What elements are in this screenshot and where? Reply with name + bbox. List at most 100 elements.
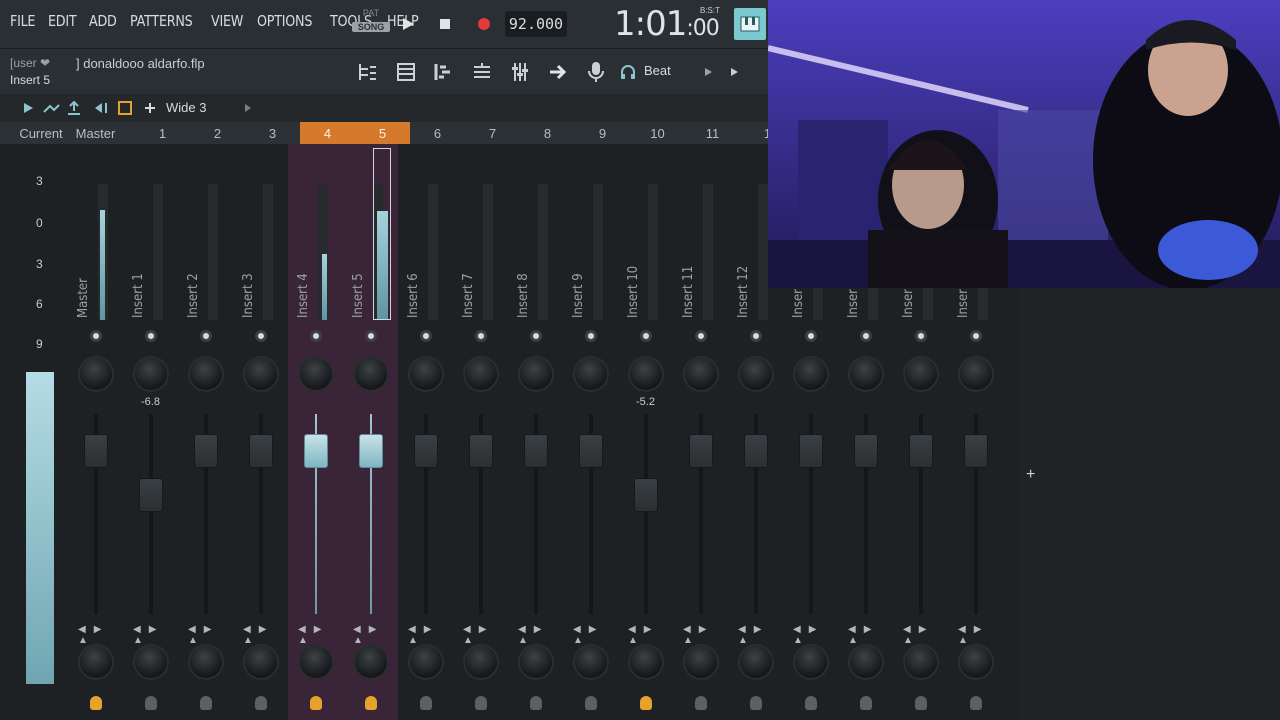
fx-enable-switch[interactable] — [695, 330, 707, 342]
stereo-swap-icon[interactable]: ◀▶ ▲ — [353, 624, 398, 646]
route-indicator-icon[interactable] — [530, 696, 542, 710]
pan-knob[interactable] — [355, 358, 387, 390]
recording-button[interactable] — [582, 58, 610, 86]
pan-knob[interactable] — [740, 358, 772, 390]
stereo-separation-knob[interactable] — [355, 646, 387, 678]
arrow-split-icon[interactable] — [42, 100, 60, 116]
fx-enable-switch[interactable] — [310, 330, 322, 342]
track-number[interactable]: 2 — [190, 122, 245, 144]
track-number[interactable]: 3 — [245, 122, 300, 144]
pan-knob[interactable] — [905, 358, 937, 390]
stereo-swap-icon[interactable]: ◀▶ ▲ — [188, 624, 233, 646]
piano-keyboard-button[interactable] — [734, 8, 766, 40]
stereo-separation-knob[interactable] — [685, 646, 717, 678]
route-indicator-icon[interactable] — [255, 696, 267, 710]
mixer-button[interactable] — [506, 58, 534, 86]
stereo-separation-knob[interactable] — [905, 646, 937, 678]
track-number[interactable]: 5 — [355, 122, 410, 144]
stereo-swap-icon[interactable]: ◀▶ ▲ — [408, 624, 453, 646]
volume-fader[interactable] — [414, 434, 438, 468]
stereo-swap-icon[interactable]: ◀▶ ▲ — [848, 624, 893, 646]
pan-knob[interactable] — [300, 358, 332, 390]
route-indicator-icon[interactable] — [420, 696, 432, 710]
stereo-separation-knob[interactable] — [850, 646, 882, 678]
stereo-separation-knob[interactable] — [245, 646, 277, 678]
fx-enable-switch[interactable] — [255, 330, 267, 342]
menu-patterns[interactable]: PATTERNS — [130, 12, 193, 30]
volume-fader[interactable] — [304, 434, 328, 468]
pan-knob[interactable] — [795, 358, 827, 390]
mixer-strip[interactable]: Insert 7 ◀▶ ▲ — [453, 144, 508, 720]
stereo-separation-knob[interactable] — [575, 646, 607, 678]
volume-fader[interactable] — [84, 434, 108, 468]
track-number[interactable]: 6 — [410, 122, 465, 144]
forward-button[interactable] — [544, 58, 572, 86]
route-indicator-icon[interactable] — [640, 696, 652, 710]
master-label[interactable]: Master — [68, 122, 123, 144]
mixer-strip[interactable]: Insert 6 ◀▶ ▲ — [398, 144, 453, 720]
volume-fader[interactable] — [139, 478, 163, 512]
output-selector-arrow[interactable] — [694, 58, 722, 86]
route-indicator-icon[interactable] — [90, 696, 102, 710]
mixer-layout-preset[interactable]: Wide 3 — [166, 100, 206, 115]
volume-fader[interactable] — [689, 434, 713, 468]
volume-fader[interactable] — [194, 434, 218, 468]
play-small-icon[interactable] — [22, 102, 34, 114]
fx-enable-switch[interactable] — [915, 330, 927, 342]
track-number[interactable]: 8 — [520, 122, 575, 144]
mixer-strip[interactable]: Insert 2 ◀▶ ▲ — [178, 144, 233, 720]
track-number[interactable]: 7 — [465, 122, 520, 144]
menu-options[interactable]: OPTIONS — [257, 12, 312, 30]
stereo-swap-icon[interactable]: ◀▶ ▲ — [243, 624, 288, 646]
stereo-swap-icon[interactable]: ◀▶ ▲ — [78, 624, 123, 646]
stereo-separation-knob[interactable] — [300, 646, 332, 678]
volume-fader[interactable] — [744, 434, 768, 468]
plus-icon[interactable] — [144, 102, 156, 114]
upload-icon[interactable] — [66, 100, 82, 116]
record-button[interactable] — [472, 12, 496, 36]
route-indicator-icon[interactable] — [365, 696, 377, 710]
stereo-swap-icon[interactable]: ◀▶ ▲ — [133, 624, 178, 646]
mixer-strip[interactable]: Insert 4 ◀▶ ▲ — [288, 144, 343, 720]
stereo-separation-knob[interactable] — [80, 646, 112, 678]
menu-add[interactable]: ADD — [89, 12, 117, 30]
mixer-strip[interactable]: Insert 9 ◀▶ ▲ — [563, 144, 618, 720]
menu-view[interactable]: VIEW — [211, 12, 243, 30]
pat-song-toggle[interactable]: PAT SONG — [352, 8, 390, 40]
pan-knob[interactable] — [80, 358, 112, 390]
fx-enable-switch[interactable] — [145, 330, 157, 342]
track-number[interactable]: 10 — [630, 122, 685, 144]
stereo-swap-icon[interactable]: ◀▶ ▲ — [463, 624, 508, 646]
track-number[interactable]: 1 — [135, 122, 190, 144]
menu-file[interactable]: FILE — [10, 12, 35, 30]
volume-fader[interactable] — [359, 434, 383, 468]
route-indicator-icon[interactable] — [200, 696, 212, 710]
fx-enable-switch[interactable] — [860, 330, 872, 342]
stereo-swap-icon[interactable]: ◀▶ ▲ — [793, 624, 838, 646]
track-number[interactable]: 4 — [300, 122, 355, 144]
pan-knob[interactable] — [190, 358, 222, 390]
fx-enable-switch[interactable] — [640, 330, 652, 342]
output-selector-label[interactable]: Beat — [644, 63, 671, 78]
stereo-separation-knob[interactable] — [190, 646, 222, 678]
fx-enable-switch[interactable] — [365, 330, 377, 342]
pan-knob[interactable] — [850, 358, 882, 390]
pan-knob[interactable] — [245, 358, 277, 390]
stereo-swap-icon[interactable]: ◀▶ ▲ — [683, 624, 728, 646]
stereo-separation-knob[interactable] — [135, 646, 167, 678]
volume-fader[interactable] — [799, 434, 823, 468]
stereo-swap-icon[interactable]: ◀▶ ▲ — [573, 624, 618, 646]
stereo-separation-knob[interactable] — [795, 646, 827, 678]
stereo-swap-icon[interactable]: ◀▶ ▲ — [903, 624, 948, 646]
piano-roll-button[interactable] — [430, 58, 458, 86]
volume-fader[interactable] — [469, 434, 493, 468]
fx-enable-switch[interactable] — [420, 330, 432, 342]
pan-knob[interactable] — [520, 358, 552, 390]
mixer-strip[interactable]: Master ◀▶ ▲ — [68, 144, 123, 720]
pan-knob[interactable] — [410, 358, 442, 390]
track-number[interactable]: 9 — [575, 122, 630, 144]
route-indicator-icon[interactable] — [750, 696, 762, 710]
menu-edit[interactable]: EDIT — [48, 12, 77, 30]
volume-fader[interactable] — [524, 434, 548, 468]
skip-back-icon[interactable] — [92, 100, 110, 116]
